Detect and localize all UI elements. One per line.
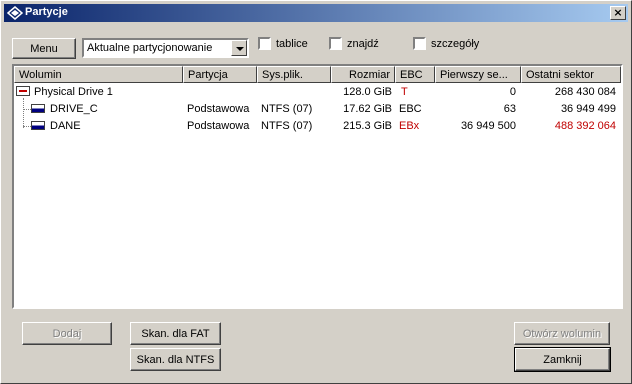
- cell-volume: Physical Drive 1: [34, 86, 113, 98]
- open-volume-button[interactable]: Otwórz wolumin: [514, 322, 610, 345]
- list-header: Wolumin Partycja Sys.plik. Rozmiar EBC P…: [14, 66, 621, 83]
- find-checkbox-box[interactable]: [329, 37, 342, 50]
- partitions-window: Partycje × Menu Aktualne partycjonowanie…: [0, 0, 632, 384]
- menu-button-label: Menu: [30, 42, 58, 55]
- column-header-size[interactable]: Rozmiar: [331, 66, 395, 83]
- column-header-volume[interactable]: Wolumin: [14, 66, 183, 83]
- tables-checkbox-box[interactable]: [258, 37, 271, 50]
- partition-list[interactable]: Wolumin Partycja Sys.plik. Rozmiar EBC P…: [12, 64, 623, 309]
- partition-icon: [31, 104, 45, 113]
- table-row-physical-drive[interactable]: Physical Drive 1 128.0 GiB T 0 268 430 0…: [14, 84, 621, 101]
- cell-last-sector: 36 949 499: [560, 103, 616, 115]
- hard-disk-icon: [16, 86, 30, 96]
- cell-ebc: EBx: [399, 120, 420, 132]
- cell-partition: Podstawowa: [187, 120, 250, 132]
- chevron-down-icon[interactable]: [231, 40, 247, 56]
- cell-volume: DANE: [50, 120, 81, 132]
- table-row-drive-c[interactable]: DRIVE_C Podstawowa NTFS (07) 17.62 GiB E…: [14, 101, 621, 118]
- cell-filesystem: NTFS (07): [261, 120, 313, 132]
- cell-size: 128.0 GiB: [343, 86, 392, 98]
- open-volume-button-label: Otwórz wolumin: [522, 327, 602, 340]
- cell-ebc: EBC: [399, 103, 422, 115]
- add-button[interactable]: Dodaj: [22, 322, 112, 345]
- close-button[interactable]: Zamknij: [514, 347, 611, 372]
- add-button-label: Dodaj: [52, 327, 82, 340]
- cell-last-sector: 268 430 084: [554, 86, 616, 98]
- column-header-ebc[interactable]: EBC: [395, 66, 435, 83]
- view-select-value: Aktualne partycjonowanie: [87, 42, 213, 54]
- cell-ebc: T: [401, 86, 408, 98]
- details-checkbox[interactable]: szczegóły: [413, 37, 479, 50]
- scan-fat-button-label: Skan. dla FAT: [141, 327, 210, 340]
- cell-first-sector: 63: [503, 103, 516, 115]
- cell-first-sector: 0: [509, 86, 516, 98]
- tables-checkbox-label: tablice: [276, 37, 308, 50]
- find-checkbox[interactable]: znajdź: [329, 37, 379, 50]
- scan-ntfs-button[interactable]: Skan. dla NTFS: [130, 348, 221, 371]
- window-title: Partycje: [25, 6, 68, 18]
- view-select[interactable]: Aktualne partycjonowanie: [82, 38, 249, 58]
- partition-app-icon: [7, 6, 23, 20]
- title-bar[interactable]: Partycje ×: [4, 4, 628, 22]
- find-checkbox-label: znajdź: [347, 37, 379, 50]
- close-icon[interactable]: ×: [610, 6, 626, 20]
- column-header-last-sector[interactable]: Ostatni sektor: [521, 66, 621, 83]
- cell-partition: Podstawowa: [187, 103, 250, 115]
- cell-filesystem: NTFS (07): [261, 103, 313, 115]
- cell-size: 215.3 GiB: [343, 120, 392, 132]
- column-header-partition[interactable]: Partycja: [183, 66, 257, 83]
- cell-first-sector: 36 949 500: [460, 120, 516, 132]
- column-header-filesystem[interactable]: Sys.plik.: [257, 66, 331, 83]
- column-header-first-sector[interactable]: Pierwszy se...: [435, 66, 521, 83]
- close-button-label: Zamknij: [543, 353, 582, 366]
- cell-size: 17.62 GiB: [343, 103, 392, 115]
- scan-ntfs-button-label: Skan. dla NTFS: [136, 353, 215, 366]
- details-checkbox-label: szczegóły: [431, 37, 480, 50]
- scan-fat-button[interactable]: Skan. dla FAT: [130, 322, 221, 345]
- cell-last-sector: 488 392 064: [554, 120, 616, 132]
- menu-button[interactable]: Menu: [12, 38, 76, 59]
- partition-icon: [31, 121, 45, 130]
- cell-volume: DRIVE_C: [50, 103, 98, 115]
- tables-checkbox[interactable]: tablice: [258, 37, 308, 50]
- table-row-dane[interactable]: DANE Podstawowa NTFS (07) 215.3 GiB EBx …: [14, 118, 621, 135]
- details-checkbox-box[interactable]: [413, 37, 426, 50]
